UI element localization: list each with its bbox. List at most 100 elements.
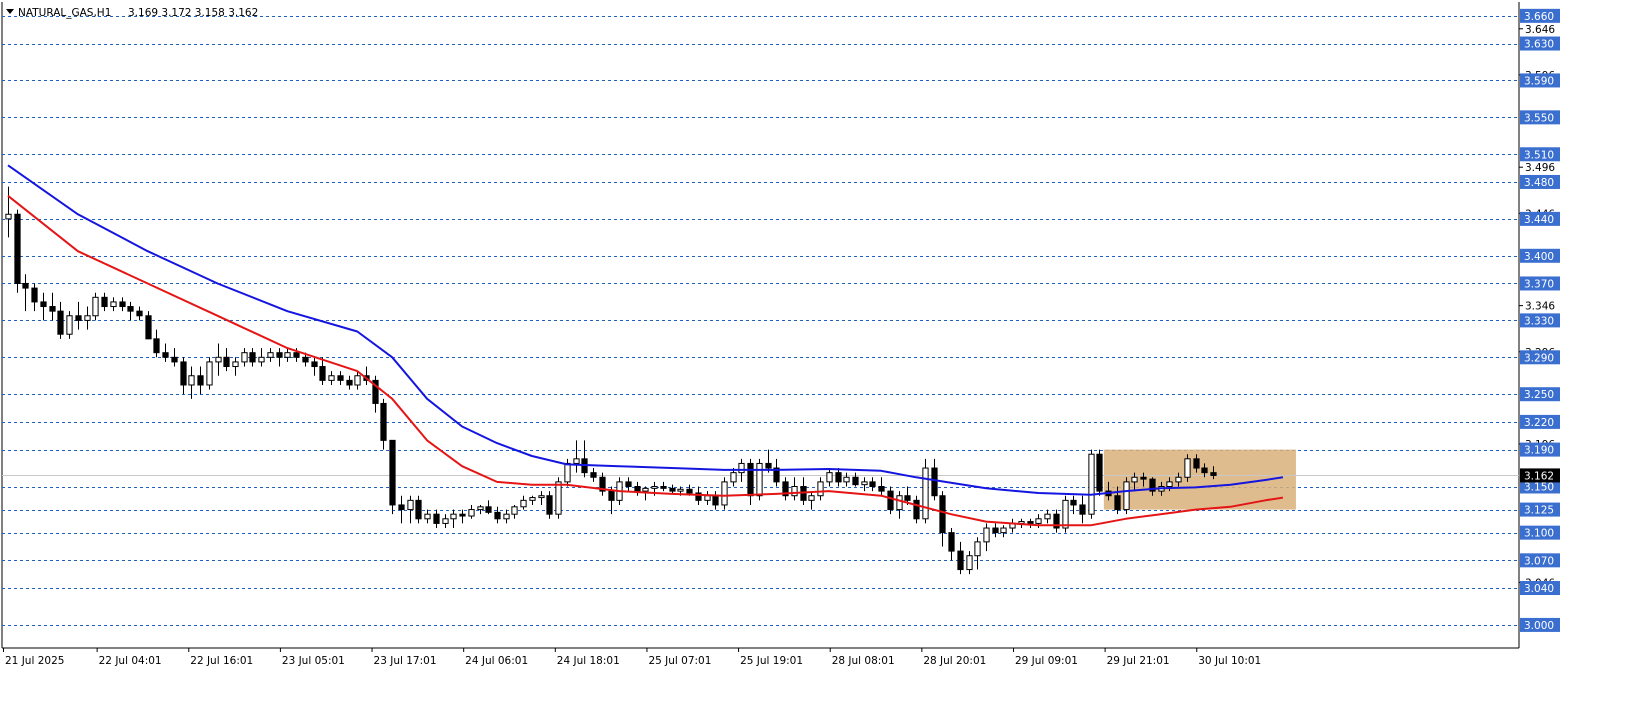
candle-body <box>651 486 658 489</box>
candle-body <box>477 506 484 511</box>
scale-tick-label: 3.646 <box>1525 24 1555 36</box>
candle-body <box>826 472 833 483</box>
candle-body <box>538 495 545 499</box>
candle-body <box>1096 453 1103 492</box>
candle-body <box>346 379 353 386</box>
chart-header: NATURAL_GAS,H1 3.169 3.172 3.158 3.162 <box>6 7 258 19</box>
candle-body <box>433 513 440 524</box>
candle-body <box>686 488 693 494</box>
candle-body <box>258 356 265 363</box>
candle-body <box>40 301 47 308</box>
level-badge-label: 3.100 <box>1524 528 1554 540</box>
candle-body <box>1193 458 1200 469</box>
candle-body <box>765 462 772 469</box>
candle-body <box>564 462 571 483</box>
candle-body <box>354 375 361 386</box>
candle-body <box>878 486 885 492</box>
candle-body <box>311 361 318 368</box>
candle-body <box>14 213 21 284</box>
candle <box>415 495 422 524</box>
candle-body <box>267 352 274 358</box>
candle-body <box>153 338 160 354</box>
level-badge-label: 3.480 <box>1524 177 1554 189</box>
time-label: 24 Jul 18:01 <box>557 655 620 667</box>
candle-body <box>1035 518 1042 524</box>
candle-body <box>634 486 641 492</box>
candle <box>721 477 728 510</box>
candle-body <box>223 356 230 368</box>
candle-body <box>450 513 457 520</box>
candle-body <box>791 486 798 497</box>
candle-body <box>162 352 169 358</box>
candle <box>887 486 894 515</box>
candle-body <box>974 541 981 557</box>
candle <box>1088 449 1095 519</box>
candle-body <box>957 550 964 571</box>
candle-body <box>171 356 178 363</box>
candle-body <box>284 352 291 358</box>
candle <box>546 491 553 519</box>
candle-body <box>669 487 676 492</box>
candle-body <box>704 495 711 501</box>
candle-body <box>625 481 632 487</box>
level-badge-label: 3.660 <box>1524 11 1554 23</box>
time-label: 30 Jul 10:01 <box>1198 655 1261 667</box>
candle-body <box>861 481 868 486</box>
candle <box>206 357 213 390</box>
candle-body <box>1044 513 1051 520</box>
candle-body <box>721 481 728 506</box>
candle <box>92 292 99 321</box>
price-chart[interactable]: 3.6463.5963.4963.4463.3463.2963.1963.046… <box>0 0 1651 705</box>
candle-body <box>1166 481 1173 487</box>
candle-body <box>424 513 431 520</box>
candle-body <box>817 481 824 497</box>
candle-body <box>1210 472 1217 476</box>
candle-body <box>1088 453 1095 515</box>
candle-body <box>738 462 745 474</box>
candle-body <box>49 306 56 312</box>
candle <box>555 477 562 519</box>
time-label: 23 Jul 17:01 <box>374 655 437 667</box>
level-badge-label: 3.590 <box>1524 75 1554 87</box>
candle-body <box>442 518 449 524</box>
candle-body <box>747 462 754 497</box>
candle-body <box>101 296 108 308</box>
candle-body <box>328 375 335 381</box>
candle-body <box>84 315 91 321</box>
level-badge-label: 3.000 <box>1524 620 1554 632</box>
time-label: 22 Jul 04:01 <box>99 655 162 667</box>
candle <box>913 495 920 524</box>
time-label: 29 Jul 21:01 <box>1107 655 1170 667</box>
candle-body <box>398 504 405 511</box>
candle-body <box>180 361 187 386</box>
candle-body <box>869 481 876 487</box>
candle-body <box>1123 481 1130 511</box>
candle-body <box>843 476 850 483</box>
level-badge-label: 3.510 <box>1524 149 1554 161</box>
scale-tick-label: 3.346 <box>1525 301 1555 313</box>
candle-body <box>249 352 256 363</box>
candle-body <box>407 499 414 511</box>
candle-body <box>389 439 396 506</box>
candle-body <box>948 532 955 552</box>
symbol-label: NATURAL_GAS,H1 <box>18 7 111 19</box>
level-badge-label: 3.400 <box>1524 251 1554 263</box>
candle-body <box>188 375 195 386</box>
candle-body <box>511 506 518 515</box>
candle-body <box>1070 499 1077 506</box>
time-label: 25 Jul 19:01 <box>740 655 803 667</box>
candle-body <box>852 476 859 486</box>
candle-body <box>215 356 222 363</box>
candle <box>389 439 396 515</box>
time-label: 21 Jul 2025 <box>5 655 64 667</box>
candle-body <box>145 315 152 340</box>
candle-body <box>337 375 344 381</box>
level-badge-label: 3.550 <box>1524 112 1554 124</box>
candle-body <box>1062 499 1069 529</box>
level-badge-label: 3.250 <box>1524 389 1554 401</box>
candle <box>564 458 571 487</box>
candle-body <box>1114 495 1121 511</box>
candle-body <box>808 495 815 501</box>
time-label: 29 Jul 09:01 <box>1015 655 1078 667</box>
ohlc-values: 3.169 3.172 3.158 3.162 <box>128 7 258 19</box>
